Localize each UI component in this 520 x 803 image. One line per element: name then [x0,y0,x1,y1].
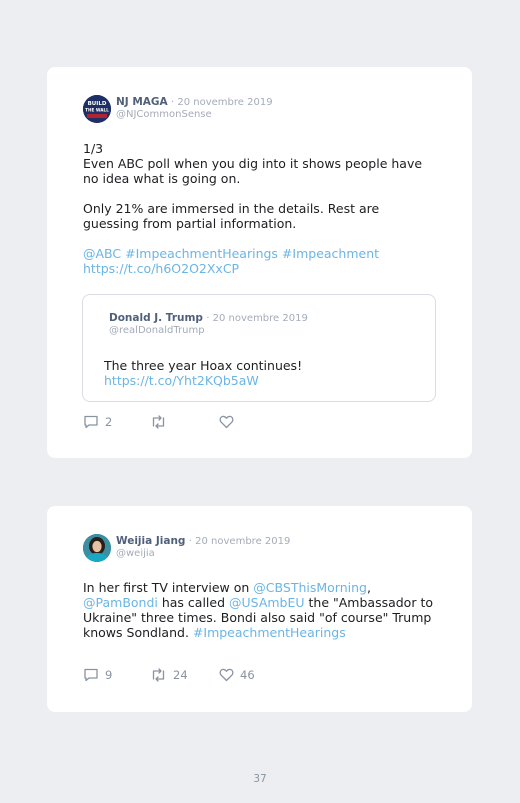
like-count: 46 [240,668,255,682]
reply-button[interactable]: 2 [83,415,112,429]
tweet-text-paragraph: Only 21% are immersed in the details. Re… [83,201,380,231]
author-line: Weijia Jiang · 20 novembre 2019 [116,535,290,547]
like-button[interactable]: 46 [219,668,255,682]
reply-button[interactable]: 9 [83,668,112,682]
avatar-image [83,534,111,562]
avatar-text-2: THE WALL [85,108,109,113]
author-handle[interactable]: @weijia [116,548,155,559]
tweet-date[interactable]: · 20 novembre 2019 [171,97,273,108]
retweet-button[interactable]: 24 [150,668,188,682]
tweet-link[interactable]: https://t.co/h6O2O2XxCP [83,261,433,276]
like-button[interactable] [219,415,240,429]
reply-count: 2 [105,415,113,429]
tweet-date[interactable]: · 20 novembre 2019 [189,536,291,547]
tweet-card: Weijia Jiang · 20 novembre 2019 @weijia … [47,506,472,712]
mention-link[interactable]: @PamBondi [83,595,158,610]
reply-count: 9 [105,668,113,682]
retweet-icon [152,415,165,429]
tweet-card: BUILD THE WALL NJ MAGA · 20 novembre 201… [47,67,472,458]
avatar-image: BUILD THE WALL [83,95,111,123]
retweet-icon [152,668,165,682]
reply-icon [84,415,98,429]
quoted-date[interactable]: · 20 novembre 2019 [206,313,308,324]
heart-icon [219,415,234,429]
quoted-body: The three year Hoax continues! https://t… [104,358,302,388]
hashtag-link[interactable]: #ImpeachmentHearings [193,625,346,640]
tweet-body: In her first TV interview on @CBSThisMor… [83,580,433,640]
page-number: 37 [253,773,267,785]
author-name[interactable]: NJ MAGA [116,96,168,108]
author-line: NJ MAGA · 20 novembre 2019 [116,96,273,108]
mention-link[interactable]: @CBSThisMorning [253,580,367,595]
quoted-author-name[interactable]: Donald J. Trump [109,312,203,324]
tweet-text-line: Even ABC poll when you dig into it shows… [83,156,423,186]
heart-icon [219,668,234,682]
tweet-body: 1/3 Even ABC poll when you dig into it s… [83,141,433,276]
author-name[interactable]: Weijia Jiang [116,535,185,547]
reply-icon [84,668,98,682]
tweet-text: In her first TV interview on [83,580,254,595]
quoted-handle[interactable]: @realDonaldTrump [109,325,205,336]
quoted-tweet[interactable]: Donald J. Trump · 20 novembre 2019 @real… [82,294,436,402]
tweet-hashtags[interactable]: @ABC #ImpeachmentHearings #Impeachment [83,246,433,261]
avatar[interactable] [83,534,111,562]
tweet-text-line: 1/3 [83,141,104,156]
retweet-button[interactable] [150,415,173,429]
avatar-text-1: BUILD [88,101,107,107]
tweet-text: , [366,580,371,595]
quoted-text: The three year Hoax continues! [104,358,303,373]
retweet-count: 24 [173,668,188,682]
quoted-author-line: Donald J. Trump · 20 novembre 2019 [109,312,308,324]
tweet-text-paragraph: In her first TV interview on @CBSThisMor… [83,580,433,640]
mention-link[interactable]: @USAmbEU [229,595,305,610]
quoted-link[interactable]: https://t.co/Yht2KQb5aW [104,373,302,388]
author-handle[interactable]: @NJCommonSense [116,109,212,120]
avatar[interactable]: BUILD THE WALL [83,95,111,123]
tweet-text: has called [157,595,229,610]
